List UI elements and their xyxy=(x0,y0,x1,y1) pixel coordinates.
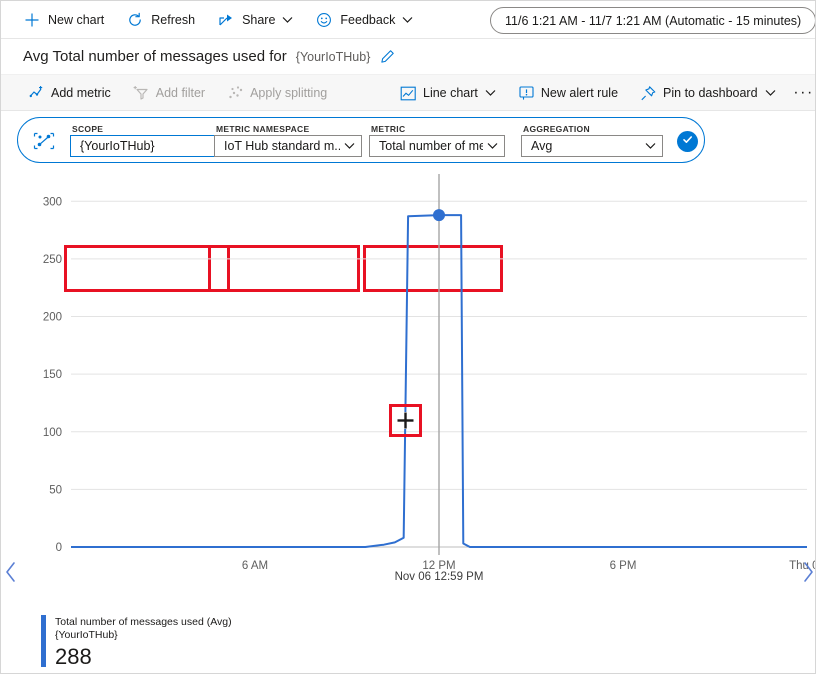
chevron-left-icon[interactable] xyxy=(4,561,18,583)
y-axis-tick-label: 150 xyxy=(43,369,62,381)
new-alert-rule-label: New alert rule xyxy=(541,86,618,100)
legend-series-label: Total number of messages used (Avg) xyxy=(55,616,232,629)
pin-to-dashboard-label: Pin to dashboard xyxy=(663,86,758,100)
time-range-picker[interactable]: 11/6 1:21 AM - 11/7 1:21 AM (Automatic -… xyxy=(490,7,816,34)
metric-selector-area: SCOPE {YourIoTHub} METRIC NAMESPACE IoT … xyxy=(1,111,815,169)
chevron-down-icon xyxy=(402,16,413,24)
chart-legend[interactable]: Total number of messages used (Avg) {You… xyxy=(41,615,232,670)
chart-title-resource: {YourIoTHub} xyxy=(296,50,371,64)
command-bar: New chart Refresh Share xyxy=(1,1,815,39)
refresh-icon xyxy=(126,11,144,29)
aggregation-value: Avg xyxy=(531,139,641,153)
plus-icon xyxy=(23,11,41,29)
y-axis-tick-label: 0 xyxy=(56,542,62,554)
scope-field-label: SCOPE xyxy=(70,124,233,135)
chevron-down-icon xyxy=(485,89,496,97)
pencil-icon[interactable] xyxy=(380,49,395,64)
metric-namespace-field: METRIC NAMESPACE IoT Hub standard m... xyxy=(214,124,362,158)
y-axis-tick-label: 200 xyxy=(43,312,62,324)
chevron-down-icon xyxy=(344,142,355,150)
apply-splitting-label: Apply splitting xyxy=(250,86,327,100)
y-axis-tick-label: 100 xyxy=(43,427,62,439)
chart-toolbar-right-group: Line chart New alert rule xyxy=(393,75,816,111)
resource-scope-icon xyxy=(32,129,56,153)
metric-namespace-value: IoT Hub standard m... xyxy=(224,139,340,153)
pin-to-dashboard-button[interactable]: Pin to dashboard xyxy=(633,79,783,107)
apply-splitting-icon xyxy=(227,84,244,101)
scope-value: {YourIoTHub} xyxy=(80,139,226,153)
metric-namespace-dropdown[interactable]: IoT Hub standard m... xyxy=(214,135,362,157)
metric-namespace-label: METRIC NAMESPACE xyxy=(214,124,362,135)
share-label: Share xyxy=(242,13,275,27)
scope-field: SCOPE {YourIoTHub} xyxy=(70,124,233,158)
feedback-button[interactable]: Feedback xyxy=(307,5,421,35)
scope-input[interactable]: {YourIoTHub} xyxy=(70,135,233,157)
chevron-down-icon xyxy=(765,89,776,97)
chevron-down-icon xyxy=(282,16,293,24)
add-metric-label: Add metric xyxy=(51,86,111,100)
aggregation-field-label: AGGREGATION xyxy=(521,124,663,135)
new-alert-rule-button[interactable]: New alert rule xyxy=(511,79,625,107)
legend-resource-label: {YourIoTHub} xyxy=(55,629,232,642)
page-title: Avg Total number of messages used for xyxy=(23,48,287,65)
apply-splitting-button[interactable]: Apply splitting xyxy=(220,79,334,107)
checkmark-icon xyxy=(681,133,694,151)
chart-x-axis-ticks: 6 AM12 PM6 PMThu 07 xyxy=(242,560,816,572)
line-chart-icon xyxy=(400,85,417,102)
time-range-label: 11/6 1:21 AM - 11/7 1:21 AM (Automatic -… xyxy=(505,14,801,28)
chevron-right-icon[interactable] xyxy=(801,561,815,583)
aggregation-dropdown[interactable]: Avg xyxy=(521,135,663,157)
legend-color-swatch xyxy=(41,615,46,667)
new-chart-button[interactable]: New chart xyxy=(15,5,112,35)
legend-text-group: Total number of messages used (Avg) {You… xyxy=(55,615,232,670)
hover-time-label: Nov 06 12:59 PM xyxy=(395,571,484,583)
legend-value: 288 xyxy=(55,644,232,670)
x-axis-tick-label: 6 AM xyxy=(242,560,268,572)
y-axis-tick-label: 300 xyxy=(43,196,62,208)
metric-value: Total number of me... xyxy=(379,139,483,153)
aggregation-field: AGGREGATION Avg xyxy=(521,124,663,158)
refresh-label: Refresh xyxy=(151,13,195,27)
y-axis-tick-label: 50 xyxy=(49,484,62,496)
add-metric-button[interactable]: Add metric xyxy=(21,79,118,107)
chart-title-row: Avg Total number of messages used for {Y… xyxy=(1,39,815,75)
add-filter-button[interactable]: Add filter xyxy=(126,79,212,107)
more-options-button[interactable]: ··· xyxy=(791,80,816,106)
metrics-explorer-page: New chart Refresh Share xyxy=(0,0,816,674)
chart-type-button[interactable]: Line chart xyxy=(393,79,503,107)
metric-field-label: METRIC xyxy=(369,124,505,135)
metric-dropdown[interactable]: Total number of me... xyxy=(369,135,505,157)
add-filter-label: Add filter xyxy=(156,86,205,100)
chevron-down-icon xyxy=(487,142,498,150)
smiley-icon xyxy=(315,11,333,29)
new-chart-label: New chart xyxy=(48,13,104,27)
metric-field: METRIC Total number of me... xyxy=(369,124,505,158)
share-button[interactable]: Share xyxy=(209,5,301,35)
add-filter-icon xyxy=(133,84,150,101)
feedback-label: Feedback xyxy=(340,13,395,27)
chart-type-label: Line chart xyxy=(423,86,478,100)
metric-selector-group: SCOPE {YourIoTHub} METRIC NAMESPACE IoT … xyxy=(17,117,705,163)
hover-data-point-marker xyxy=(433,209,445,221)
alert-icon xyxy=(518,85,535,102)
refresh-button[interactable]: Refresh xyxy=(118,5,203,35)
chart-y-axis-ticks: 0 50 100 150 200 250 300 xyxy=(43,196,62,554)
crosshair-cursor xyxy=(389,404,422,437)
chevron-down-icon xyxy=(645,142,656,150)
pin-icon xyxy=(640,85,657,102)
x-axis-tick-label: 6 PM xyxy=(610,560,637,572)
add-metric-icon xyxy=(28,84,45,101)
chart-toolbar: Add metric Add filter xyxy=(1,75,815,111)
y-axis-tick-label: 250 xyxy=(43,254,62,266)
apply-metric-button[interactable] xyxy=(677,131,698,152)
share-icon xyxy=(217,11,235,29)
